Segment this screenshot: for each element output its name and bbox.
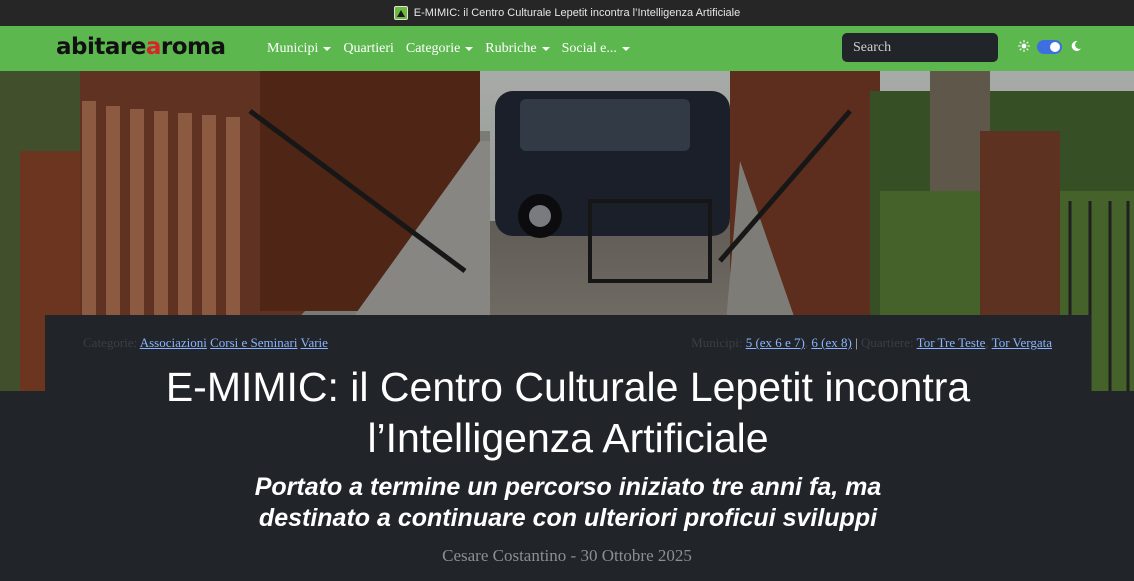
article-title: E-MIMIC: il Centro Culturale Lepetit inc… bbox=[165, 364, 971, 461]
municipio-link-6[interactable]: 6 (ex 8) bbox=[811, 335, 851, 350]
menu-quartieri[interactable]: Quartieri bbox=[343, 41, 394, 57]
quartieri-label: Quartiere: bbox=[860, 335, 914, 350]
menu-quartieri-label: Quartieri bbox=[343, 40, 394, 56]
quartiere-link-tor-vergata[interactable]: Tor Vergata bbox=[992, 335, 1052, 350]
meta-divider: | bbox=[855, 335, 858, 350]
logo-text-roma: roma bbox=[160, 34, 226, 60]
quartiere-link-tor-tre-teste[interactable]: Tor Tre Teste bbox=[917, 335, 986, 350]
toggle-knob bbox=[1050, 42, 1060, 52]
main-menu: Municipi Quartieri Categorie Rubriche So… bbox=[267, 26, 630, 71]
tab-title: E-MIMIC: il Centro Culturale Lepetit inc… bbox=[413, 7, 741, 19]
municipi-label: Municipi: bbox=[691, 335, 743, 350]
municipio-link-5[interactable]: 5 (ex 6 e 7) bbox=[746, 335, 805, 350]
menu-categorie[interactable]: Categorie bbox=[405, 40, 474, 57]
menu-rubriche-label: Rubriche bbox=[485, 40, 537, 56]
article-subtitle: Portato a termine un percorso iniziato t… bbox=[254, 473, 882, 532]
site-navbar: abitarearoma Municipi Quartieri Categori… bbox=[0, 26, 1134, 71]
menu-municipi-label: Municipi bbox=[267, 40, 319, 56]
chevron-down-icon bbox=[621, 46, 630, 51]
article-categories: Categorie: Associazioni Corsi e Seminari… bbox=[83, 335, 328, 351]
menu-categorie-label: Categorie bbox=[405, 40, 461, 56]
menu-social[interactable]: Social e... bbox=[562, 41, 630, 57]
category-link-varie[interactable]: Varie bbox=[301, 335, 328, 350]
browser-title-bar: E-MIMIC: il Centro Culturale Lepetit inc… bbox=[0, 0, 1134, 27]
menu-municipi[interactable]: Municipi bbox=[267, 40, 332, 57]
theme-toggle[interactable] bbox=[1037, 40, 1062, 54]
chevron-down-icon bbox=[465, 46, 474, 51]
sun-icon[interactable] bbox=[1018, 40, 1030, 52]
site-favicon-icon bbox=[393, 6, 408, 20]
article-byline: Cesare Costantino - 30 Ottobre 2025 bbox=[442, 546, 692, 565]
chevron-down-icon bbox=[323, 46, 332, 51]
search-input[interactable] bbox=[842, 33, 998, 62]
menu-rubriche[interactable]: Rubriche bbox=[485, 40, 550, 57]
moon-icon[interactable] bbox=[1070, 40, 1082, 52]
site-logo[interactable]: abitarearoma bbox=[56, 34, 226, 60]
chevron-down-icon bbox=[541, 46, 550, 51]
logo-text-a: a bbox=[145, 34, 162, 60]
logo-text-abitare: abitare bbox=[56, 34, 146, 60]
menu-social-label: Social e... bbox=[561, 40, 617, 56]
article-locations: Municipi: 5 (ex 6 e 7), 6 (ex 8) | Quart… bbox=[691, 335, 1052, 350]
categories-label: Categorie: bbox=[83, 335, 138, 350]
category-link-associazioni[interactable]: Associazioni bbox=[140, 335, 207, 350]
category-link-corsi-seminari[interactable]: Corsi e Seminari bbox=[210, 335, 297, 350]
